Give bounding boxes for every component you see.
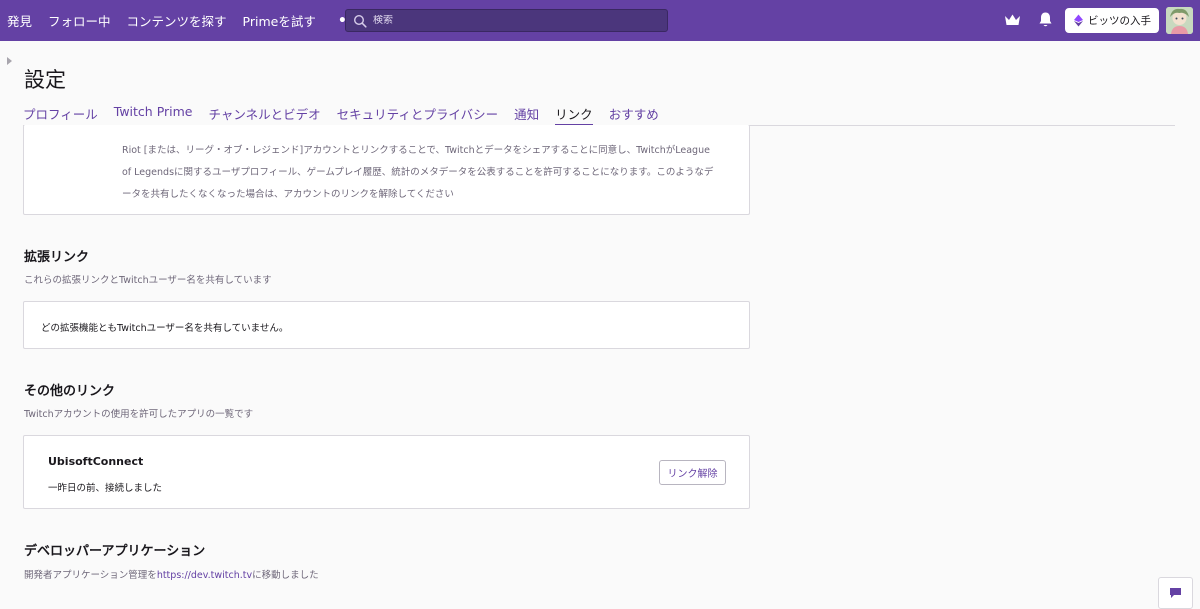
- other-connections-desc: Twitchアカウントの使用を許可したアプリの一覧です: [24, 409, 254, 420]
- tab-channel-and-videos[interactable]: チャンネルとビデオ: [209, 104, 321, 126]
- riot-connection-card: Riot [または、リーグ・オブ・レジェンド]アカウントとリンクすることで、Tw…: [23, 125, 750, 215]
- developer-desc-prefix: 開発者アプリケーション管理を: [24, 570, 157, 581]
- bits-gem-icon: [1074, 14, 1083, 27]
- developer-desc-suffix: に移動しました: [252, 570, 319, 581]
- nav-link-following[interactable]: フォロー中: [40, 11, 119, 30]
- riot-disclaimer-text: Riot [または、リーグ・オブ・レジェンド]アカウントとリンクすることで、Tw…: [122, 145, 714, 200]
- other-connections-title: その他のリンク: [24, 384, 116, 399]
- connected-app-status: 一昨日の前、接続しました: [48, 483, 163, 494]
- extension-connections-desc: これらの拡張リンクとTwitchユーザー名を共有しています: [24, 275, 272, 286]
- developer-applications-desc: 開発者アプリケーション管理をhttps://dev.twitch.tvに移動しま…: [24, 567, 319, 581]
- tab-security-and-privacy[interactable]: セキュリティとプライバシー: [337, 104, 499, 126]
- connected-app-name: UbisoftConnect: [48, 455, 144, 468]
- extension-connections-empty-text: どの拡張機能ともTwitchユーザー名を共有していません。: [41, 323, 289, 334]
- notifications-bell-icon[interactable]: [1038, 11, 1053, 28]
- dev-twitch-link[interactable]: https://dev.twitch.tv: [157, 570, 252, 581]
- tab-profile[interactable]: プロフィール: [23, 104, 98, 126]
- tab-connections[interactable]: リンク: [555, 104, 593, 126]
- user-avatar[interactable]: [1166, 7, 1193, 34]
- developer-applications-title: デベロッパーアプリケーション: [24, 544, 206, 559]
- settings-tabs: プロフィール Twitch Prime チャンネルとビデオ セキュリティとプライ…: [23, 104, 1175, 126]
- avatar-image: [1166, 7, 1193, 34]
- search-bar: [345, 9, 668, 32]
- nav-link-browse[interactable]: コンテンツを探す: [119, 11, 235, 30]
- chat-bubble-icon: [1170, 588, 1181, 598]
- tab-twitch-prime[interactable]: Twitch Prime: [114, 104, 193, 126]
- crown-icon[interactable]: [1004, 13, 1021, 27]
- get-bits-label: ビッツの入手: [1088, 15, 1151, 27]
- get-bits-button[interactable]: ビッツの入手: [1065, 8, 1159, 33]
- nav-link-try-prime[interactable]: Primeを試す: [235, 11, 324, 30]
- page-title: 設定: [24, 68, 66, 92]
- search-input[interactable]: [373, 15, 653, 26]
- extension-connections-card: どの拡張機能ともTwitchユーザー名を共有していません。: [23, 301, 750, 349]
- whispers-button[interactable]: [1158, 577, 1193, 609]
- search-icon: [353, 14, 367, 28]
- tab-recommendations[interactable]: おすすめ: [609, 104, 659, 126]
- extension-connections-title: 拡張リンク: [24, 250, 90, 265]
- nav-link-discover[interactable]: 発見: [0, 11, 40, 30]
- expand-sidebar-icon[interactable]: [7, 57, 12, 65]
- tab-notifications[interactable]: 通知: [514, 104, 539, 126]
- connected-app-card: UbisoftConnect 一昨日の前、接続しました リンク解除: [23, 435, 750, 509]
- disconnect-button[interactable]: リンク解除: [659, 460, 726, 485]
